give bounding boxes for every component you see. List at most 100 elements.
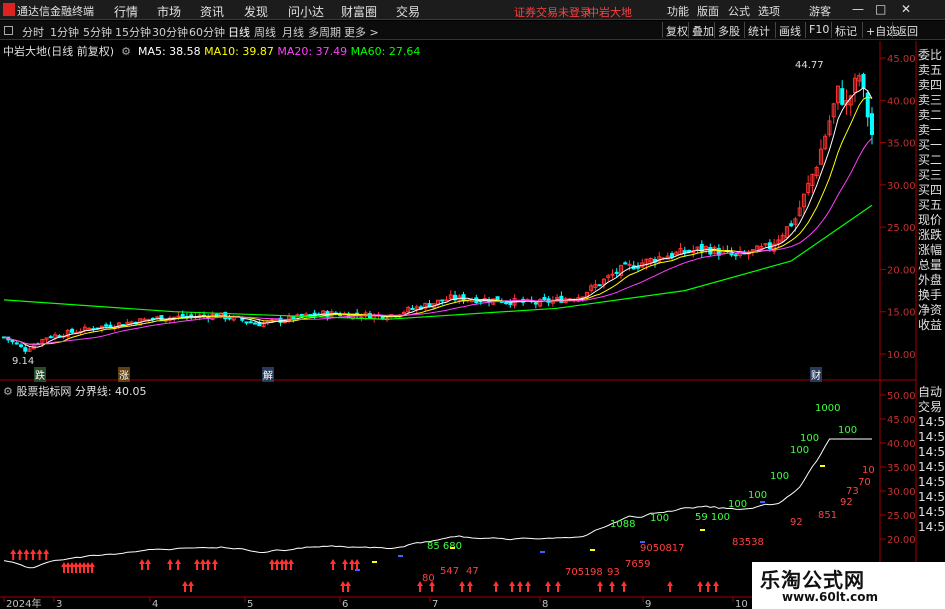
kline-header: 中岩大地(日线 前复权) ⚙ MA5: 38.58 MA10: 39.87 MA… — [3, 43, 420, 59]
menu-news[interactable]: 资讯 — [200, 3, 224, 20]
event-badge-2[interactable]: 涨 — [118, 367, 130, 382]
side-item-auto[interactable]: 自动 — [918, 385, 945, 400]
side-item-change-pct[interactable]: 涨幅 — [918, 243, 945, 258]
side-item-buy4[interactable]: 买四 — [918, 183, 945, 198]
adjust-button[interactable]: 复权 — [662, 22, 691, 38]
menu-discover[interactable]: 发现 — [244, 3, 268, 20]
buy-arrow-icon — [330, 559, 336, 570]
minimize-button[interactable]: — — [852, 2, 864, 16]
period-weekly[interactable]: 周线 — [254, 24, 276, 40]
signal-mark — [355, 569, 360, 571]
buy-arrow-icon — [667, 581, 673, 592]
side-item-buy5[interactable]: 买五 — [918, 198, 945, 213]
buy-arrow-icon — [30, 549, 36, 560]
side-item-volume[interactable]: 总量 — [918, 258, 945, 273]
back-button[interactable]: 返回 — [892, 22, 921, 38]
candle-up — [627, 263, 632, 266]
period-30min[interactable]: 30分钟 — [152, 24, 188, 40]
buy-arrow-icon — [597, 581, 603, 592]
signal-label-green: 59 100 — [695, 512, 730, 523]
buy-arrow-icon — [467, 581, 473, 592]
close-button[interactable]: ✕ — [901, 2, 911, 16]
maximize-button[interactable]: □ — [875, 2, 886, 16]
kline-chart[interactable]: 45.00 40.00 35.00 30.00 25.00 20.00 15.00 10.00 — [0, 41, 945, 381]
x-tick-label: 6 — [342, 599, 348, 609]
overlay-button[interactable]: 叠加 — [688, 22, 717, 38]
layout-icon[interactable] — [4, 26, 13, 35]
signal-label-red: 10 — [862, 465, 875, 476]
side-item-sell4[interactable]: 卖四 — [918, 78, 945, 93]
period-tick[interactable]: 分时 — [22, 24, 44, 40]
buy-arrow-icon — [212, 559, 218, 570]
candle-down — [789, 223, 794, 227]
menu-options[interactable]: 选项 — [758, 3, 780, 19]
side-item-change[interactable]: 涨跌 — [918, 228, 945, 243]
price-tick-label: 25.00 — [887, 223, 916, 234]
buy-arrow-icon — [81, 562, 87, 573]
period-monthly[interactable]: 月线 — [282, 24, 304, 40]
menu-market[interactable]: 行情 — [114, 3, 138, 20]
indicator-tick-label: 20.00 — [887, 535, 916, 546]
side-item-outer[interactable]: 外盘 — [918, 273, 945, 288]
side-item-sell2[interactable]: 卖二 — [918, 108, 945, 123]
period-more[interactable]: 更多 > — [344, 24, 379, 40]
high-price-label: 44.77 — [795, 60, 824, 71]
indicator-gear-icon[interactable]: ⚙ — [3, 385, 16, 398]
draw-line-button[interactable]: 画线 — [775, 22, 804, 38]
side-item-net-assets[interactable]: 净资 — [918, 303, 945, 318]
buy-arrow-icon — [89, 562, 95, 573]
menu-function[interactable]: 功能 — [667, 3, 689, 19]
menu-layout[interactable]: 版面 — [697, 3, 719, 19]
buy-arrow-icon — [77, 562, 83, 573]
signal-mark — [540, 551, 545, 553]
indicator-tick-label: 35.00 — [887, 463, 916, 474]
menu-markets[interactable]: 市场 — [157, 3, 181, 20]
period-multi[interactable]: 多周期 — [308, 24, 341, 40]
buy-arrow-icon — [697, 581, 703, 592]
buy-arrow-icon — [274, 559, 280, 570]
f10-button[interactable]: F10 — [805, 22, 832, 38]
buy-arrow-icon — [16, 549, 23, 560]
kline-panel[interactable]: 45.00 40.00 35.00 30.00 25.00 20.00 15.00 10.00… — [0, 41, 945, 382]
x-tick-label: 3 — [56, 599, 62, 609]
side-item-earnings[interactable]: 收益 — [918, 318, 945, 333]
settings-gear-icon[interactable]: ⚙ — [118, 45, 135, 58]
candle-up — [87, 327, 92, 330]
side-item-trade[interactable]: 交易 — [918, 400, 945, 415]
side-item-buy3[interactable]: 买三 — [918, 168, 945, 183]
candle-down — [104, 324, 109, 327]
mark-button[interactable]: 标记 — [831, 22, 860, 38]
signal-label-red: 547 — [440, 566, 459, 577]
period-daily[interactable]: 日线 — [228, 24, 250, 40]
side-item-sell1[interactable]: 卖一 — [918, 123, 945, 138]
candle-up — [610, 273, 615, 276]
menu-trade[interactable]: 交易 — [396, 3, 420, 20]
side-item-turnover[interactable]: 换手 — [918, 288, 945, 303]
period-1min[interactable]: 1分钟 — [50, 24, 79, 40]
event-badge-3[interactable]: 解 — [262, 367, 274, 382]
stats-button[interactable]: 统计 — [744, 22, 773, 38]
buy-arrow-icon — [509, 581, 515, 592]
candle-down — [410, 307, 415, 310]
period-60min[interactable]: 60分钟 — [189, 24, 225, 40]
menu-wealth[interactable]: 财富圈 — [341, 3, 377, 20]
ma60-label: MA60: 27.64 — [350, 45, 421, 58]
event-badge-5[interactable]: 财 — [810, 367, 822, 382]
side-item-buy2[interactable]: 买二 — [918, 153, 945, 168]
period-15min[interactable]: 15分钟 — [115, 24, 151, 40]
event-badge-1[interactable]: 跌 — [34, 367, 46, 382]
candle-down — [533, 302, 538, 305]
signal-mark — [398, 555, 403, 557]
period-5min[interactable]: 5分钟 — [83, 24, 112, 40]
x-tick-label: 5 — [247, 599, 253, 609]
user-guest[interactable]: 游客 — [809, 3, 831, 19]
side-item-price[interactable]: 现价 — [918, 213, 945, 228]
menu-formula[interactable]: 公式 — [728, 3, 750, 19]
multi-stock-button[interactable]: 多股 — [714, 22, 743, 38]
side-item-buy1[interactable]: 买一 — [918, 138, 945, 153]
side-item-weibi[interactable]: 委比 — [918, 48, 945, 63]
side-item-sell5[interactable]: 卖五 — [918, 63, 945, 78]
menu-ask[interactable]: 问小达 — [288, 3, 324, 20]
side-item-sell3[interactable]: 卖三 — [918, 93, 945, 108]
candle-down — [23, 347, 28, 352]
